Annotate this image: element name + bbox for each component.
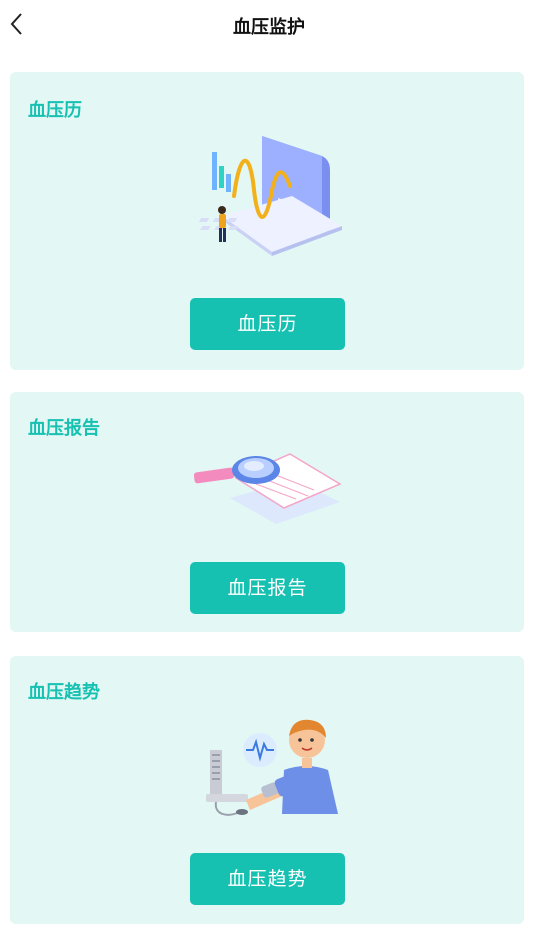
bp-trend-button[interactable]: 血压趋势: [190, 853, 345, 905]
dashboard-illustration: [198, 136, 342, 256]
card-title: 血压历: [28, 100, 82, 121]
card-title: 血压报告: [28, 418, 100, 439]
card-bp-trend: 血压趋势 血压趋势: [10, 656, 524, 924]
card-title: 血压趋势: [28, 682, 100, 703]
bp-measurement-illustration: [206, 719, 338, 816]
card-bp-calendar: 血压历 血压历: [10, 72, 524, 370]
bp-calendar-button[interactable]: 血压历: [190, 298, 345, 350]
nav-bar: 血压监护: [0, 0, 538, 50]
page-title: 血压监护: [233, 17, 305, 38]
bp-report-button[interactable]: 血压报告: [190, 562, 345, 614]
magnifier-report-illustration: [193, 453, 342, 524]
card-bp-report: 血压报告 血压报告: [10, 392, 524, 632]
